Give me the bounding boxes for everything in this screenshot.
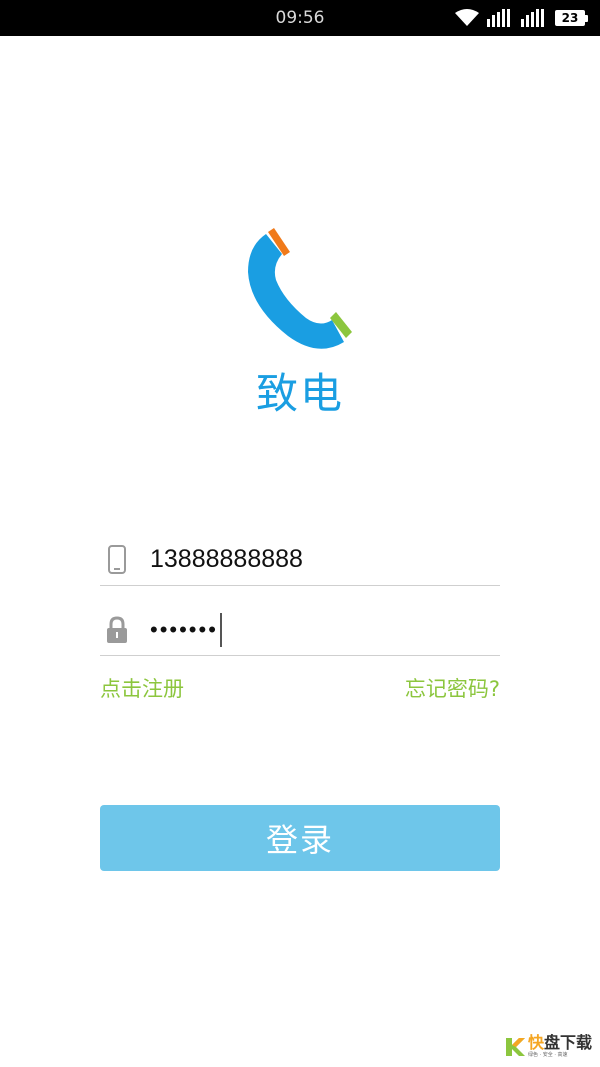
watermark-brand-highlight: 快: [527, 1033, 544, 1052]
watermark-logo-icon: [504, 1036, 526, 1058]
password-field[interactable]: •••••••: [100, 605, 500, 656]
battery-level: 23: [555, 10, 585, 26]
battery-icon: 23: [555, 10, 588, 26]
lock-icon: [106, 615, 128, 645]
status-icons: 23: [455, 0, 588, 36]
battery-tip: [585, 14, 588, 22]
wifi-icon: [455, 9, 479, 27]
phone-input-value[interactable]: 13888888888: [150, 541, 303, 577]
mobile-phone-icon: [106, 545, 128, 575]
password-dots: •••••••: [150, 617, 218, 642]
phone-handset-logo: [240, 224, 360, 364]
password-input-value[interactable]: •••••••: [150, 611, 222, 648]
register-link[interactable]: 点击注册: [100, 674, 184, 704]
watermark-slogan: 绿色 · 安全 · 高速: [527, 1052, 568, 1058]
watermark-brand-rest: 盘下载: [543, 1033, 592, 1052]
signal-icon: [487, 9, 513, 27]
login-screen: 09:56 23 致电 13888888888 ••••••• 点击注册 忘记密…: [0, 0, 600, 1067]
forgot-password-link[interactable]: 忘记密码?: [405, 674, 500, 704]
status-bar: 09:56 23: [0, 0, 600, 36]
login-button[interactable]: 登录: [100, 805, 500, 871]
phone-field[interactable]: 13888888888: [100, 535, 500, 586]
watermark: 快盘下载 绿色 · 安全 · 高速: [504, 1034, 592, 1059]
text-cursor: [219, 613, 222, 648]
signal-icon: [521, 9, 547, 27]
watermark-text: 快盘下载 绿色 · 安全 · 高速: [528, 1034, 592, 1059]
watermark-brand: 快盘下载: [528, 1034, 592, 1052]
app-name: 致电: [255, 369, 344, 418]
